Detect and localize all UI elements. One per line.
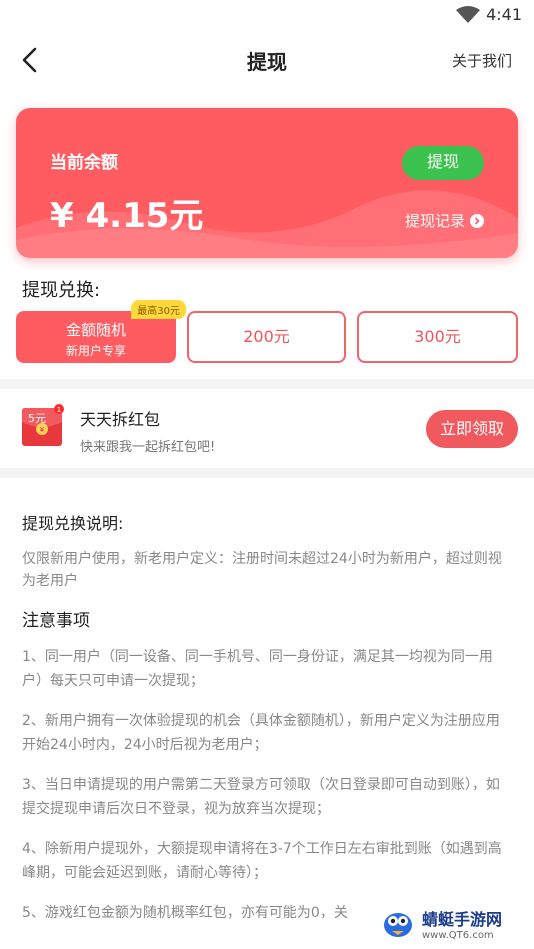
section-divider [0,468,534,478]
withdraw-records-label: 提现记录 [404,212,465,230]
dragonfly-logo-icon [380,905,416,941]
status-bar: 4:41 [0,0,534,30]
withdraw-records-link[interactable]: 提现记录 [405,210,484,231]
option-300[interactable]: 300元 [357,311,518,363]
balance-amount: ¥ 4.15元 [50,196,204,236]
option-200[interactable]: 200元 [187,311,346,363]
nav-bar: 提现 关于我们 [0,30,534,90]
option-random-amount[interactable]: 金额随机 新用户专享 最高30元 [16,300,186,363]
option-random-label: 金额随机 [65,321,126,339]
option-300-label: 300元 [414,327,461,346]
rule-item: 4、除新用户提现外，大额提现申请将在3-7个工作日左右审批到账（如遇到高峰期，可… [22,841,502,881]
balance-label: 当前余额 [50,153,118,173]
rule-item: 3、当日申请提现的用户需第二天登录方可领取（次日登录即可自动到账），如提交提现申… [22,777,500,817]
balance-card: 当前余额 ¥ 4.15元 提现 提现记录 [16,108,518,258]
status-time: 4:41 [486,5,522,24]
watermark-url: www.QT6.com [422,929,494,941]
max-amount-badge: 最高30元 [131,300,186,319]
instructions-intro: 仅限新用户使用，新老用户定义：注册时间未超过24小时为新用户，超过则视为老用户 [22,551,502,589]
red-packet-title: 天天拆红包 [80,410,161,429]
site-watermark: 蜻蜓手游网 www.QT6.com [378,899,528,947]
rule-item: 2、新用户拥有一次体验提现的机会（具体金额随机），新用户定义为注册应用开始24小… [22,713,500,753]
option-random-sub: 新用户专享 [65,344,126,358]
withdraw-button[interactable]: 提现 [402,146,484,180]
instructions-title: 提现兑换说明: [22,514,124,533]
section-divider [0,379,534,389]
red-packet-desc: 快来跟我一起拆红包吧! [80,440,216,455]
red-packet-value: 5元 [28,412,46,425]
exchange-options: 金额随机 新用户专享 最高30元 200元 300元 [16,300,518,363]
chevron-right-icon [470,213,484,228]
svg-text:¥: ¥ [40,426,45,434]
notification-badge: 1 [57,406,61,414]
watermark-name: 蜻蜓手游网 [422,909,503,929]
about-us-link[interactable]: 关于我们 [452,50,512,71]
rule-item: 1、同一用户（同一设备、同一手机号、同一身份证，满足其一均视为同一用户）每天只可… [22,649,493,689]
notes-title: 注意事项 [22,611,90,631]
red-packet-row: ¥ 5元 1 天天拆红包 快来跟我一起拆红包吧! 立即领取 [0,390,534,468]
option-200-label: 200元 [243,327,290,346]
instructions-section: 提现兑换说明: 仅限新用户使用，新老用户定义：注册时间未超过24小时为新用户，超… [22,510,512,941]
wifi-icon [456,6,480,23]
claim-now-button[interactable]: 立即领取 [426,410,518,448]
red-packet-icon: ¥ 5元 1 [22,404,64,446]
exchange-title: 提现兑换: [22,280,101,301]
